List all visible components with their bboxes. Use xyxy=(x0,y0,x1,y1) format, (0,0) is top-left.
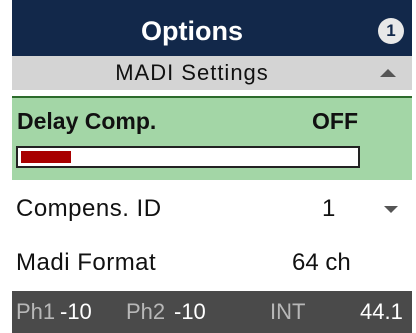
sample-rate-value: 44.1 xyxy=(360,299,403,324)
delay-comp-label: Delay Comp. xyxy=(17,108,157,134)
section-title: MADI Settings xyxy=(115,60,269,85)
options-screen: Options 1 MADI Settings Delay Comp. OFF … xyxy=(12,0,412,333)
compens-id-row[interactable]: Compens. ID 1 xyxy=(12,182,412,236)
ph1-label: Ph1 xyxy=(16,299,56,324)
device-display: Options 1 MADI Settings Delay Comp. OFF … xyxy=(0,0,416,333)
madi-format-value: 64 ch xyxy=(292,249,351,276)
madi-format-row[interactable]: Madi Format 64 ch xyxy=(12,236,412,290)
ph2-value: -10 xyxy=(174,299,206,324)
delay-comp-slider[interactable] xyxy=(16,146,360,168)
clock-source-label: INT xyxy=(270,299,306,324)
triangle-up-icon[interactable] xyxy=(380,69,396,77)
step-badge-1: 1 xyxy=(378,18,404,44)
ph1-value: -10 xyxy=(60,299,92,324)
dropdown-triangle-icon[interactable] xyxy=(384,206,398,213)
delay-comp-value: OFF xyxy=(312,108,358,134)
delay-comp-row[interactable]: Delay Comp. OFF 2 xyxy=(12,96,412,262)
compens-id-value: 1 xyxy=(322,195,336,222)
section-header[interactable]: MADI Settings xyxy=(12,56,412,90)
title-bar: Options 1 xyxy=(12,0,412,56)
status-bar: Ph1 -10 Ph2 -10 INT 44.1 xyxy=(12,291,412,333)
compens-id-label: Compens. ID xyxy=(16,195,162,222)
madi-format-label: Madi Format xyxy=(16,249,157,276)
ph2-label: Ph2 xyxy=(126,299,166,324)
page-title: Options xyxy=(141,16,243,46)
delay-comp-slider-fill xyxy=(21,151,71,163)
